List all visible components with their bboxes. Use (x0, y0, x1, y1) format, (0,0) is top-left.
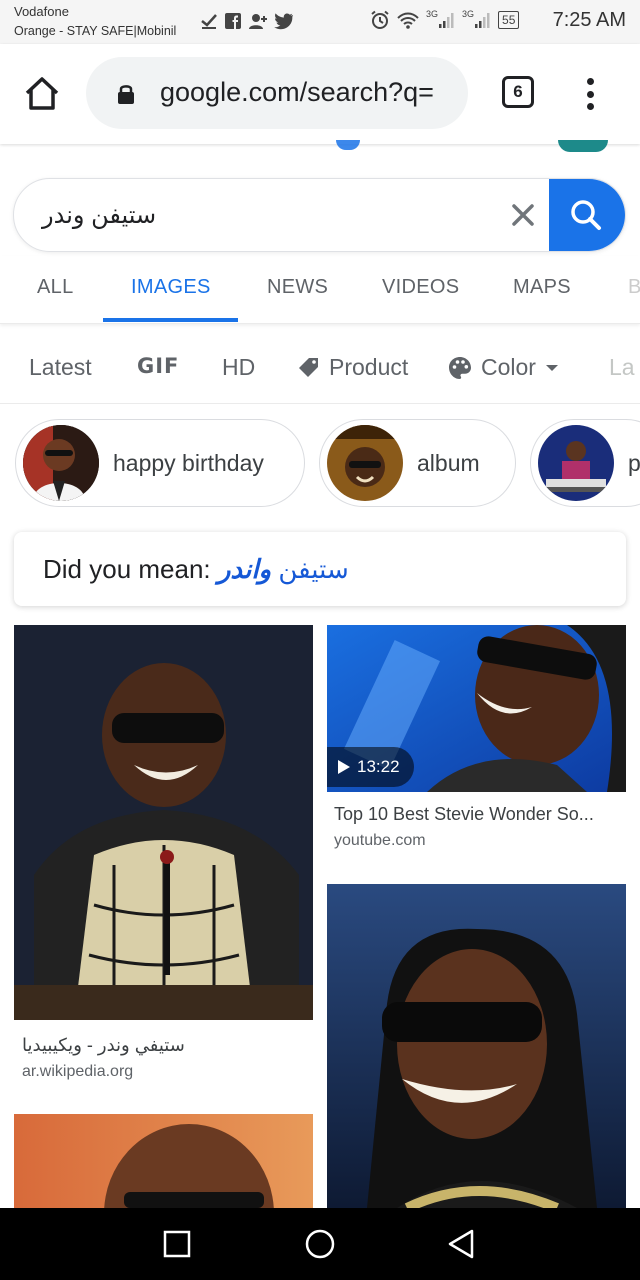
did-you-mean-prefix: Did you mean: (43, 554, 218, 584)
search-tabs: ALL IMAGES NEWS VIDEOS MAPS B (0, 256, 640, 324)
twitter-icon (274, 13, 293, 30)
related-label-happy-birthday: happy birthday (113, 450, 264, 476)
stevie-wonder-photo (14, 625, 313, 1020)
carrier-name-primary: Vodafone (14, 4, 69, 19)
tab-books[interactable]: B (628, 276, 640, 299)
related-label-partial: p (628, 450, 640, 476)
filter-hd[interactable]: HD (222, 354, 255, 381)
home-icon[interactable] (22, 74, 62, 114)
video-duration-badge: 13:22 (327, 747, 414, 787)
filter-color[interactable]: Color (447, 354, 560, 381)
notification-icons (200, 12, 294, 30)
signal-icon (475, 13, 490, 28)
stevie-wonder-photo (327, 884, 626, 1208)
result-image[interactable] (14, 1114, 313, 1208)
tab-images[interactable]: IMAGES (131, 276, 211, 299)
related-thumbnail (327, 425, 403, 501)
person-photo-icon (23, 425, 99, 501)
recent-apps-icon[interactable] (161, 1228, 193, 1260)
filter-latest[interactable]: Latest (29, 354, 92, 381)
album-cover-icon (327, 425, 403, 501)
result-title[interactable]: Top 10 Best Stevie Wonder So... (334, 804, 594, 825)
tab-all[interactable]: ALL (37, 276, 74, 299)
result-image[interactable] (327, 884, 626, 1208)
related-thumbnail (23, 425, 99, 501)
dropdown-arrow-icon (545, 364, 558, 371)
clear-icon[interactable] (508, 200, 538, 230)
image-filters: Latest GIF HD Product Color La (0, 330, 640, 404)
suggestion-plain: ستيفن (278, 554, 349, 584)
image-result[interactable] (14, 1114, 313, 1208)
suggestion-bold: واندر (217, 554, 272, 584)
home-nav-icon[interactable] (304, 1228, 336, 1260)
image-result[interactable] (327, 884, 626, 1208)
account-avatar[interactable] (558, 140, 608, 152)
browser-toolbar: google.com/search?q= 6 (0, 44, 640, 144)
network-type-1: 3G (426, 9, 439, 19)
related-label-album: album (417, 450, 480, 476)
performer-photo-icon (538, 425, 614, 501)
did-you-mean-suggestion[interactable]: ستيفن واندر (218, 554, 349, 584)
battery-icon: 55 (498, 11, 520, 29)
image-result[interactable]: 13:22 Top 10 Best Stevie Wonder So... yo… (327, 625, 626, 865)
status-bar: Vodafone Orange - STAY SAFE|Mobinil 3G 3… (0, 0, 640, 44)
filter-gif[interactable]: GIF (137, 354, 179, 378)
related-search-chip[interactable]: happy birthday (15, 419, 305, 507)
tab-videos[interactable]: VIDEOS (382, 276, 459, 299)
did-you-mean-text: Did you mean: ستيفن واندر (43, 554, 349, 585)
result-image[interactable]: 13:22 (327, 625, 626, 792)
lock-icon (118, 85, 134, 104)
filter-labeled-label: La (609, 354, 635, 380)
palette-icon (449, 356, 471, 379)
search-box: ستيفن وندر (13, 178, 626, 252)
search-input[interactable]: ستيفن وندر (42, 201, 156, 230)
search-icon (571, 200, 601, 230)
network-type-2: 3G (462, 9, 475, 19)
tab-maps[interactable]: MAPS (513, 276, 571, 299)
address-bar[interactable]: google.com/search?q= (86, 57, 468, 129)
url-text: google.com/search?q= (160, 77, 434, 107)
tab-switcher-button[interactable]: 6 (502, 76, 534, 108)
wifi-icon (397, 12, 419, 29)
related-search-chip[interactable]: album (319, 419, 516, 507)
system-icons: 3G 3G 55 (370, 9, 520, 30)
carrier-name-secondary: Orange - STAY SAFE|Mobinil (14, 24, 177, 38)
overflow-menu-icon[interactable] (580, 74, 600, 114)
clock: 7:25 AM (552, 9, 626, 31)
filter-product[interactable]: Product (297, 354, 408, 381)
image-result[interactable]: ستيفي وندر - ويكيبيديا ar.wikipedia.org (14, 625, 313, 1095)
result-image[interactable] (14, 625, 313, 1020)
related-search-chip[interactable]: p (530, 419, 640, 507)
filter-labeled[interactable]: La (609, 354, 635, 381)
search-button[interactable] (549, 179, 625, 251)
alarm-icon (371, 10, 389, 29)
facebook-icon (225, 13, 241, 29)
system-navigation-bar (0, 1208, 640, 1280)
active-tab-indicator (103, 318, 238, 322)
filter-product-label: Product (329, 354, 409, 380)
apps-indicator (336, 140, 360, 150)
result-source: ar.wikipedia.org (22, 1063, 134, 1080)
tab-news[interactable]: NEWS (267, 276, 328, 299)
filter-hd-label: HD (222, 354, 256, 380)
play-icon (338, 760, 350, 774)
signal-icon (439, 13, 454, 28)
video-duration: 13:22 (357, 757, 400, 776)
did-you-mean-card: Did you mean: ستيفن واندر (14, 532, 626, 606)
filter-color-label: Color (481, 354, 536, 380)
back-icon[interactable] (446, 1228, 478, 1260)
check-icon (201, 14, 217, 29)
tag-icon (299, 357, 318, 377)
filter-latest-label: Latest (29, 354, 92, 380)
related-thumbnail (538, 425, 614, 501)
filter-gif-label: GIF (137, 354, 180, 378)
person-add-icon (249, 14, 267, 29)
result-source: youtube.com (334, 832, 426, 849)
result-title[interactable]: ستيفي وندر - ويكيبيديا (22, 1035, 185, 1056)
stevie-wonder-photo (14, 1114, 313, 1208)
